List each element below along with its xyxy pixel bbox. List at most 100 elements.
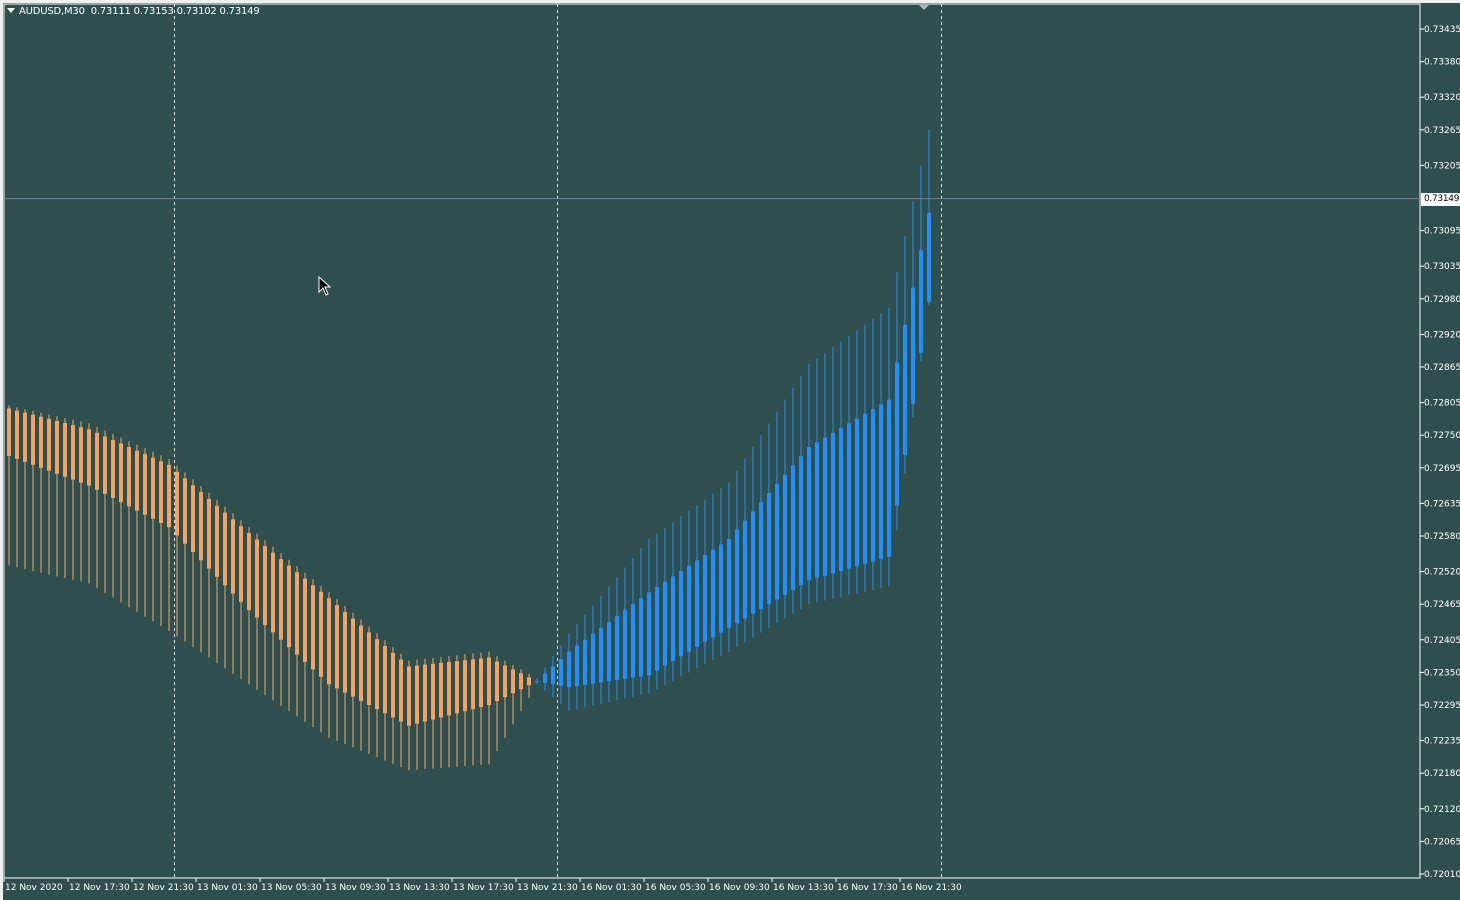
candle-body (711, 549, 715, 638)
candle (719, 488, 723, 656)
candle-body (639, 598, 643, 677)
candle (567, 633, 571, 711)
candle (255, 533, 259, 690)
candle-body (727, 538, 731, 628)
candle (911, 200, 915, 418)
candle (807, 364, 811, 605)
price-axis-label: 0.73265 (1424, 126, 1460, 136)
candle (39, 412, 43, 573)
candle-body (151, 457, 155, 519)
candle (303, 572, 307, 722)
candle (191, 479, 195, 647)
candle-body (687, 565, 691, 652)
candle (111, 434, 115, 598)
candle (407, 660, 411, 771)
candle (295, 566, 299, 717)
candle (55, 416, 59, 577)
candle (31, 410, 35, 571)
candle (607, 586, 611, 703)
plot-border (3, 3, 1421, 879)
candle-body (783, 474, 787, 595)
candle (751, 447, 755, 638)
candle-body (319, 591, 323, 677)
price-axis-label: 0.72980 (1424, 295, 1460, 305)
candle-body (159, 461, 163, 523)
candle-body (191, 485, 195, 553)
candle-body (631, 604, 635, 678)
candle-body (439, 662, 443, 718)
candle (479, 652, 483, 765)
candle-body (167, 464, 171, 528)
candle (135, 444, 139, 612)
price-axis-label: 0.72695 (1424, 464, 1460, 474)
chart-canvas[interactable]: 0.73435 0.73380 0.73320 0.73265 0.73205 0.730… (0, 0, 1460, 900)
candle-body (143, 454, 147, 515)
price-axis-label: 0.72065 (1424, 837, 1460, 847)
candle (503, 660, 507, 738)
candle-body (383, 645, 387, 714)
candle-body (591, 633, 595, 684)
candle-body (183, 478, 187, 544)
candle-body (31, 414, 35, 465)
candle (455, 655, 459, 767)
candle (735, 470, 739, 647)
candle (799, 375, 803, 609)
candle (15, 407, 19, 568)
candle-body (47, 418, 51, 471)
candle (743, 458, 747, 643)
price-axis-label: 0.73435 (1424, 25, 1460, 35)
candle (655, 533, 659, 689)
price-axis-label: 0.72465 (1424, 600, 1460, 610)
candle-body (175, 471, 179, 536)
candle (343, 605, 347, 745)
candle (263, 540, 267, 695)
symbol-header[interactable]: AUDUSD,M30 0.73111 0.73153 0.73102 0.731… (7, 6, 260, 17)
candle (535, 678, 539, 685)
candle (151, 451, 155, 622)
candle (439, 656, 443, 768)
candle-body (559, 659, 563, 686)
candle (927, 129, 931, 305)
price-axis-label: 0.73035 (1424, 262, 1460, 272)
candle (863, 324, 867, 592)
candle (583, 614, 587, 708)
candle-body (799, 456, 803, 586)
price-axis-label: 0.73320 (1424, 93, 1460, 103)
candle-body (447, 662, 451, 716)
candle-body (287, 565, 291, 648)
candle-body (303, 578, 307, 663)
candle-body (599, 627, 603, 683)
candle-body (7, 408, 11, 456)
candle-body (863, 413, 867, 564)
candle-body (119, 443, 123, 503)
price-axis-label: 0.73095 (1424, 227, 1460, 237)
candle-body (103, 436, 107, 494)
price-axis-label: 0.72235 (1424, 737, 1460, 747)
candle (559, 644, 563, 705)
candle-body (391, 652, 395, 718)
candle-body (655, 586, 659, 671)
candle (919, 165, 923, 362)
candle-body (895, 362, 899, 506)
candle-body (791, 465, 795, 590)
ohlc-values: 0.73111 0.73153 0.73102 0.73149 (90, 6, 260, 17)
candle-body (831, 432, 835, 574)
candle (167, 458, 171, 631)
dropdown-triangle-icon[interactable] (7, 8, 15, 13)
candle-body (671, 576, 675, 662)
candle (615, 576, 619, 701)
price-axis-label: 0.72120 (1424, 805, 1460, 815)
candle-body (407, 666, 411, 726)
candle-body (719, 544, 723, 633)
candle-body (879, 404, 883, 560)
time-axis-label: 13 Nov 21:30 (517, 883, 578, 893)
candle-body (199, 492, 203, 561)
candle (375, 633, 379, 758)
price-axis-label: 0.72635 (1424, 499, 1460, 509)
candle (495, 656, 499, 751)
candle (87, 423, 91, 584)
candle (687, 510, 691, 673)
mouse-pointer-icon (318, 276, 332, 296)
price-axis-label: 0.73380 (1424, 58, 1460, 68)
candle-body (607, 621, 611, 682)
